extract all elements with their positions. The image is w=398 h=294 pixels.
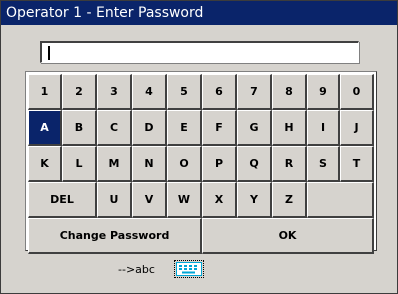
key-u[interactable]: U: [97, 182, 132, 218]
key-v[interactable]: V: [132, 182, 167, 218]
key-x[interactable]: X: [202, 182, 237, 218]
key-e[interactable]: E: [167, 110, 202, 146]
key-g[interactable]: G: [237, 110, 272, 146]
key-z[interactable]: Z: [272, 182, 307, 218]
key-o[interactable]: O: [167, 146, 202, 182]
key-2[interactable]: 2: [62, 74, 97, 110]
key-8[interactable]: 8: [272, 74, 307, 110]
key-0[interactable]: 0: [340, 74, 374, 110]
key-s[interactable]: S: [307, 146, 340, 182]
key-4[interactable]: 4: [132, 74, 167, 110]
key-9[interactable]: 9: [307, 74, 340, 110]
key-w[interactable]: W: [167, 182, 202, 218]
password-input[interactable]: [40, 41, 359, 63]
key-i[interactable]: I: [307, 110, 340, 146]
key-r[interactable]: R: [272, 146, 307, 182]
key-j[interactable]: J: [340, 110, 374, 146]
blank-key: [307, 182, 374, 218]
change-password-button[interactable]: Change Password: [28, 218, 202, 254]
key-b[interactable]: B: [62, 110, 97, 146]
key-6[interactable]: 6: [202, 74, 237, 110]
key-h[interactable]: H: [272, 110, 307, 146]
key-c[interactable]: C: [97, 110, 132, 146]
text-caret: [48, 46, 50, 60]
key-1[interactable]: 1: [28, 74, 62, 110]
key-n[interactable]: N: [132, 146, 167, 182]
key-y[interactable]: Y: [237, 182, 272, 218]
key-k[interactable]: K: [28, 146, 62, 182]
key-q[interactable]: Q: [237, 146, 272, 182]
password-dialog: Operator 1 - Enter Password 1 2 3 4 5 6 …: [0, 0, 398, 294]
key-a[interactable]: A: [28, 110, 62, 146]
key-3[interactable]: 3: [97, 74, 132, 110]
delete-button[interactable]: DEL: [28, 182, 97, 218]
key-m[interactable]: M: [97, 146, 132, 182]
title-bar: Operator 1 - Enter Password: [1, 1, 397, 25]
key-t[interactable]: T: [340, 146, 374, 182]
key-7[interactable]: 7: [237, 74, 272, 110]
input-mode-label: -->abc: [118, 263, 155, 276]
keyboard-icon[interactable]: [174, 260, 204, 278]
ok-button[interactable]: OK: [202, 218, 374, 254]
key-l[interactable]: L: [62, 146, 97, 182]
key-p[interactable]: P: [202, 146, 237, 182]
key-f[interactable]: F: [202, 110, 237, 146]
key-5[interactable]: 5: [167, 74, 202, 110]
on-screen-keyboard: 1 2 3 4 5 6 7 8 9 0 A B C D E F G H I J …: [25, 71, 377, 254]
key-d[interactable]: D: [132, 110, 167, 146]
